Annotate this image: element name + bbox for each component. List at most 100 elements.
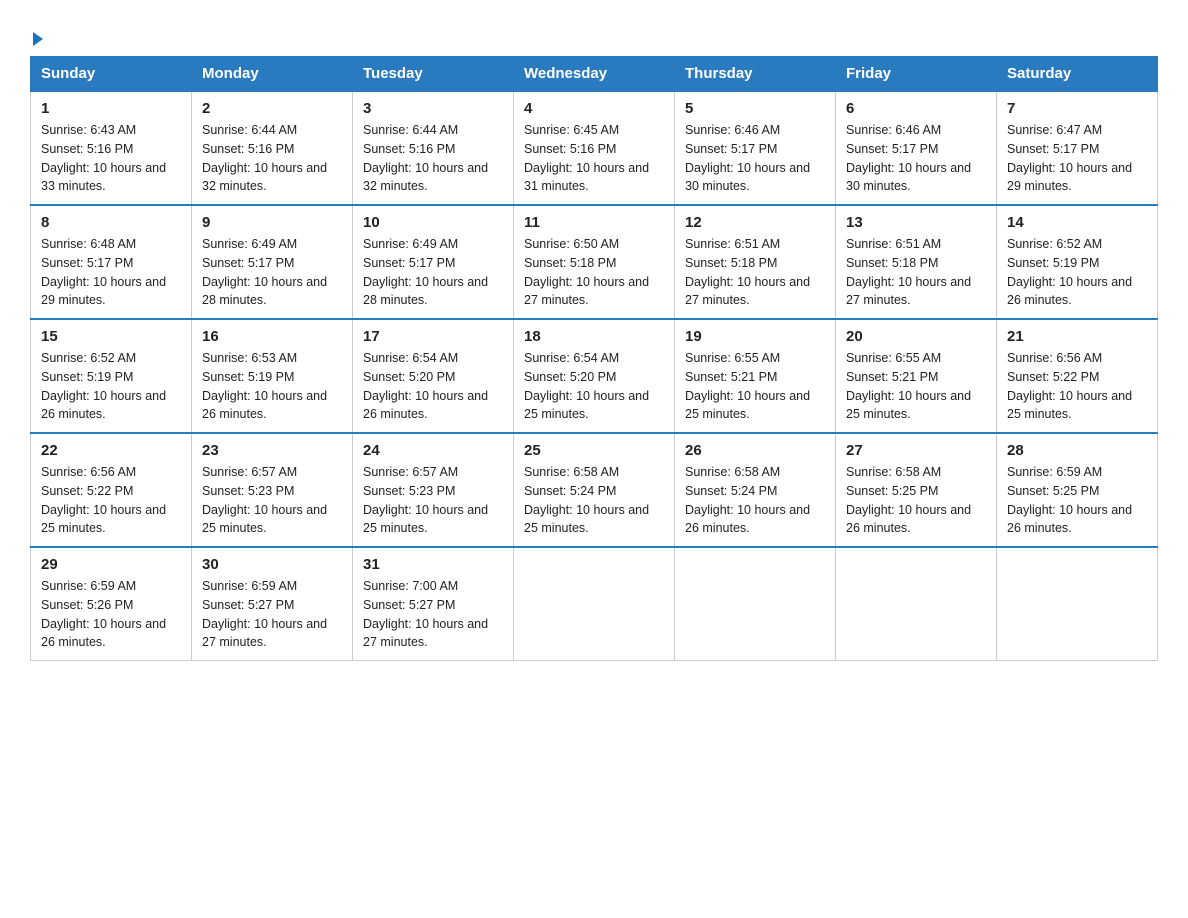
day-info: Sunrise: 6:50 AMSunset: 5:18 PMDaylight:…	[524, 235, 664, 310]
day-info: Sunrise: 6:51 AMSunset: 5:18 PMDaylight:…	[846, 235, 986, 310]
day-info: Sunrise: 6:43 AMSunset: 5:16 PMDaylight:…	[41, 121, 181, 196]
day-number: 25	[524, 442, 664, 459]
calendar-cell: 6 Sunrise: 6:46 AMSunset: 5:17 PMDayligh…	[836, 91, 997, 205]
day-info: Sunrise: 6:56 AMSunset: 5:22 PMDaylight:…	[41, 463, 181, 538]
day-number: 7	[1007, 100, 1147, 117]
header-cell-saturday: Saturday	[997, 57, 1158, 92]
calendar-cell: 12 Sunrise: 6:51 AMSunset: 5:18 PMDaylig…	[675, 205, 836, 319]
day-number: 8	[41, 214, 181, 231]
day-number: 22	[41, 442, 181, 459]
day-info: Sunrise: 6:58 AMSunset: 5:24 PMDaylight:…	[685, 463, 825, 538]
calendar-cell: 14 Sunrise: 6:52 AMSunset: 5:19 PMDaylig…	[997, 205, 1158, 319]
day-info: Sunrise: 6:46 AMSunset: 5:17 PMDaylight:…	[685, 121, 825, 196]
day-info: Sunrise: 6:44 AMSunset: 5:16 PMDaylight:…	[363, 121, 503, 196]
calendar-cell: 26 Sunrise: 6:58 AMSunset: 5:24 PMDaylig…	[675, 433, 836, 547]
calendar-week-5: 29 Sunrise: 6:59 AMSunset: 5:26 PMDaylig…	[31, 547, 1158, 661]
calendar-cell: 16 Sunrise: 6:53 AMSunset: 5:19 PMDaylig…	[192, 319, 353, 433]
day-number: 23	[202, 442, 342, 459]
calendar-cell: 10 Sunrise: 6:49 AMSunset: 5:17 PMDaylig…	[353, 205, 514, 319]
day-info: Sunrise: 6:59 AMSunset: 5:25 PMDaylight:…	[1007, 463, 1147, 538]
calendar-cell	[675, 547, 836, 661]
calendar-cell	[514, 547, 675, 661]
calendar-cell: 8 Sunrise: 6:48 AMSunset: 5:17 PMDayligh…	[31, 205, 192, 319]
header-cell-friday: Friday	[836, 57, 997, 92]
calendar-cell: 28 Sunrise: 6:59 AMSunset: 5:25 PMDaylig…	[997, 433, 1158, 547]
day-number: 14	[1007, 214, 1147, 231]
day-number: 29	[41, 556, 181, 573]
day-info: Sunrise: 6:53 AMSunset: 5:19 PMDaylight:…	[202, 349, 342, 424]
header-cell-monday: Monday	[192, 57, 353, 92]
calendar-cell	[997, 547, 1158, 661]
day-number: 21	[1007, 328, 1147, 345]
calendar-week-4: 22 Sunrise: 6:56 AMSunset: 5:22 PMDaylig…	[31, 433, 1158, 547]
day-info: Sunrise: 6:48 AMSunset: 5:17 PMDaylight:…	[41, 235, 181, 310]
day-number: 17	[363, 328, 503, 345]
day-number: 18	[524, 328, 664, 345]
page-header	[30, 20, 1158, 46]
day-number: 27	[846, 442, 986, 459]
calendar-cell: 31 Sunrise: 7:00 AMSunset: 5:27 PMDaylig…	[353, 547, 514, 661]
day-number: 30	[202, 556, 342, 573]
day-info: Sunrise: 6:56 AMSunset: 5:22 PMDaylight:…	[1007, 349, 1147, 424]
day-number: 19	[685, 328, 825, 345]
calendar-cell: 17 Sunrise: 6:54 AMSunset: 5:20 PMDaylig…	[353, 319, 514, 433]
day-info: Sunrise: 6:52 AMSunset: 5:19 PMDaylight:…	[41, 349, 181, 424]
calendar-cell: 19 Sunrise: 6:55 AMSunset: 5:21 PMDaylig…	[675, 319, 836, 433]
calendar-cell: 1 Sunrise: 6:43 AMSunset: 5:16 PMDayligh…	[31, 91, 192, 205]
header-cell-wednesday: Wednesday	[514, 57, 675, 92]
day-info: Sunrise: 6:55 AMSunset: 5:21 PMDaylight:…	[846, 349, 986, 424]
day-number: 2	[202, 100, 342, 117]
day-info: Sunrise: 6:58 AMSunset: 5:25 PMDaylight:…	[846, 463, 986, 538]
day-info: Sunrise: 6:54 AMSunset: 5:20 PMDaylight:…	[363, 349, 503, 424]
calendar-cell	[836, 547, 997, 661]
day-number: 16	[202, 328, 342, 345]
day-info: Sunrise: 6:44 AMSunset: 5:16 PMDaylight:…	[202, 121, 342, 196]
day-number: 6	[846, 100, 986, 117]
calendar-week-3: 15 Sunrise: 6:52 AMSunset: 5:19 PMDaylig…	[31, 319, 1158, 433]
day-info: Sunrise: 7:00 AMSunset: 5:27 PMDaylight:…	[363, 577, 503, 652]
header-cell-tuesday: Tuesday	[353, 57, 514, 92]
day-info: Sunrise: 6:49 AMSunset: 5:17 PMDaylight:…	[202, 235, 342, 310]
logo-arrow-icon	[33, 32, 43, 46]
day-info: Sunrise: 6:58 AMSunset: 5:24 PMDaylight:…	[524, 463, 664, 538]
calendar-cell: 30 Sunrise: 6:59 AMSunset: 5:27 PMDaylig…	[192, 547, 353, 661]
day-info: Sunrise: 6:59 AMSunset: 5:27 PMDaylight:…	[202, 577, 342, 652]
calendar-cell: 3 Sunrise: 6:44 AMSunset: 5:16 PMDayligh…	[353, 91, 514, 205]
day-info: Sunrise: 6:51 AMSunset: 5:18 PMDaylight:…	[685, 235, 825, 310]
day-number: 20	[846, 328, 986, 345]
day-number: 1	[41, 100, 181, 117]
day-info: Sunrise: 6:49 AMSunset: 5:17 PMDaylight:…	[363, 235, 503, 310]
day-number: 31	[363, 556, 503, 573]
day-info: Sunrise: 6:47 AMSunset: 5:17 PMDaylight:…	[1007, 121, 1147, 196]
calendar-cell: 22 Sunrise: 6:56 AMSunset: 5:22 PMDaylig…	[31, 433, 192, 547]
day-info: Sunrise: 6:59 AMSunset: 5:26 PMDaylight:…	[41, 577, 181, 652]
day-info: Sunrise: 6:57 AMSunset: 5:23 PMDaylight:…	[363, 463, 503, 538]
day-number: 9	[202, 214, 342, 231]
calendar-week-1: 1 Sunrise: 6:43 AMSunset: 5:16 PMDayligh…	[31, 91, 1158, 205]
calendar-cell: 2 Sunrise: 6:44 AMSunset: 5:16 PMDayligh…	[192, 91, 353, 205]
calendar-week-2: 8 Sunrise: 6:48 AMSunset: 5:17 PMDayligh…	[31, 205, 1158, 319]
logo	[30, 28, 52, 46]
calendar-cell: 7 Sunrise: 6:47 AMSunset: 5:17 PMDayligh…	[997, 91, 1158, 205]
calendar-table: SundayMondayTuesdayWednesdayThursdayFrid…	[30, 56, 1158, 661]
calendar-cell: 27 Sunrise: 6:58 AMSunset: 5:25 PMDaylig…	[836, 433, 997, 547]
day-number: 3	[363, 100, 503, 117]
day-info: Sunrise: 6:55 AMSunset: 5:21 PMDaylight:…	[685, 349, 825, 424]
day-number: 5	[685, 100, 825, 117]
calendar-cell: 9 Sunrise: 6:49 AMSunset: 5:17 PMDayligh…	[192, 205, 353, 319]
day-number: 4	[524, 100, 664, 117]
calendar-cell: 29 Sunrise: 6:59 AMSunset: 5:26 PMDaylig…	[31, 547, 192, 661]
header-row: SundayMondayTuesdayWednesdayThursdayFrid…	[31, 57, 1158, 92]
day-info: Sunrise: 6:52 AMSunset: 5:19 PMDaylight:…	[1007, 235, 1147, 310]
calendar-header: SundayMondayTuesdayWednesdayThursdayFrid…	[31, 57, 1158, 92]
calendar-cell: 23 Sunrise: 6:57 AMSunset: 5:23 PMDaylig…	[192, 433, 353, 547]
day-info: Sunrise: 6:54 AMSunset: 5:20 PMDaylight:…	[524, 349, 664, 424]
calendar-cell: 13 Sunrise: 6:51 AMSunset: 5:18 PMDaylig…	[836, 205, 997, 319]
day-info: Sunrise: 6:45 AMSunset: 5:16 PMDaylight:…	[524, 121, 664, 196]
day-number: 24	[363, 442, 503, 459]
day-number: 11	[524, 214, 664, 231]
calendar-cell: 20 Sunrise: 6:55 AMSunset: 5:21 PMDaylig…	[836, 319, 997, 433]
calendar-body: 1 Sunrise: 6:43 AMSunset: 5:16 PMDayligh…	[31, 91, 1158, 661]
day-number: 12	[685, 214, 825, 231]
header-cell-thursday: Thursday	[675, 57, 836, 92]
